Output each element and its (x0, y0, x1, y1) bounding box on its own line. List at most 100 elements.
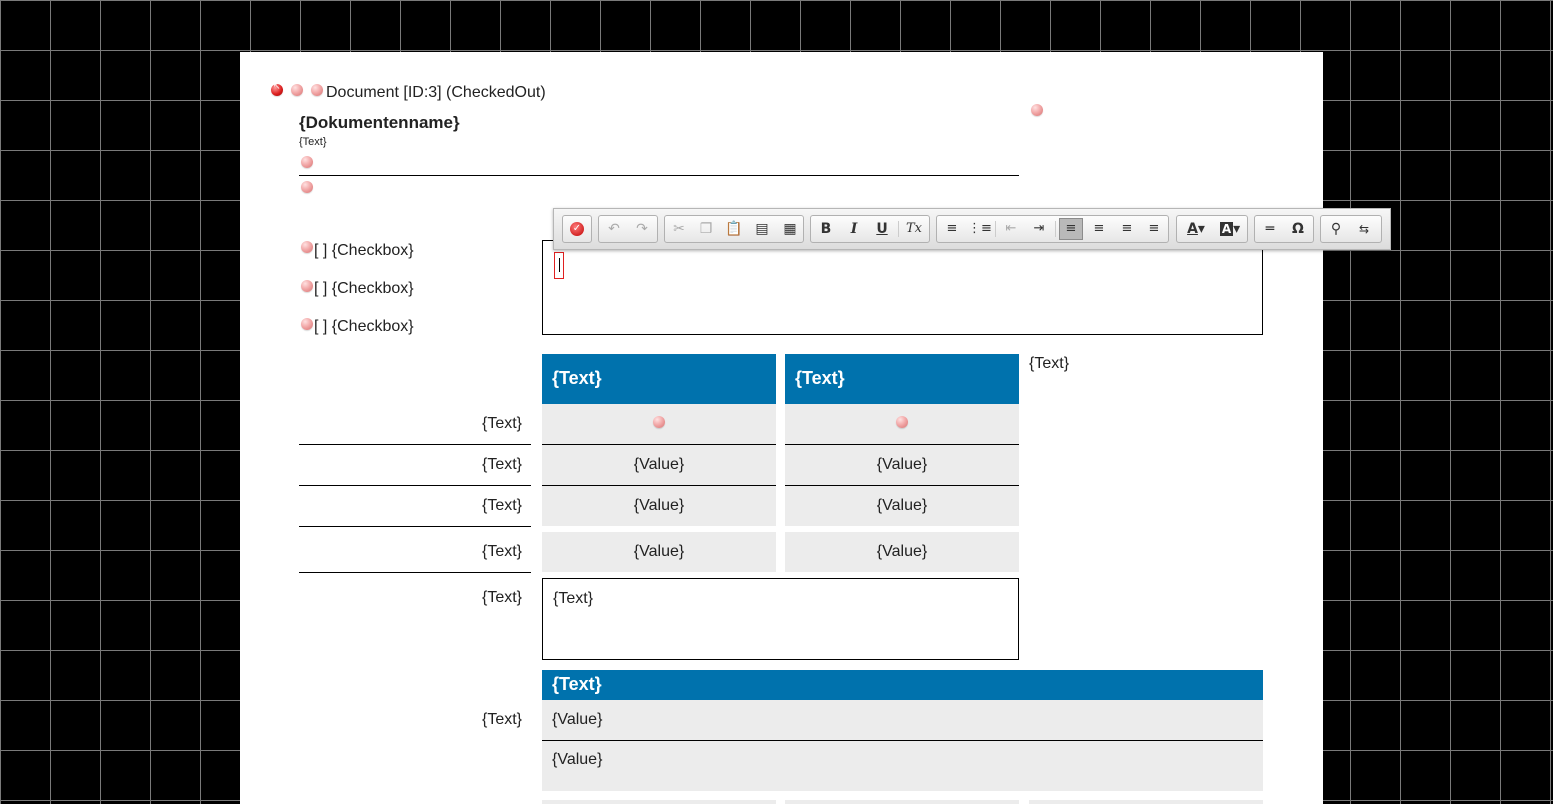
replace-icon[interactable]: ⇆ (1352, 219, 1376, 239)
table-header: {Text} (542, 670, 1263, 700)
divider (299, 175, 1019, 176)
cell-value: {Value} (552, 711, 603, 728)
row-label: {Text} (481, 497, 522, 514)
italic-icon[interactable]: I (842, 219, 866, 239)
text-color-glyph: A (1187, 221, 1198, 237)
table-cell[interactable] (1029, 800, 1263, 804)
toolbar-group: ⚲ ⇆ (1320, 215, 1382, 243)
special-char-icon[interactable]: Ω (1286, 219, 1310, 239)
paste-icon[interactable]: 📋 (722, 219, 746, 239)
toolbar-separator (898, 221, 899, 237)
column-header-label: {Text} (552, 368, 602, 388)
rich-text-editor[interactable] (542, 240, 1263, 335)
checkbox-dot-icon[interactable] (301, 280, 313, 292)
cell-value: {Value} (633, 543, 685, 560)
document-name: {Dokumentenname} (299, 113, 460, 132)
table-cell[interactable]: {Value} (542, 700, 1263, 740)
bulleted-list-icon[interactable]: ⋮≡ (968, 219, 992, 239)
row-divider (299, 572, 531, 573)
align-left-icon[interactable]: ≡ (1059, 218, 1083, 240)
action-dot-icon[interactable] (1031, 104, 1043, 116)
small-text: {Text} (299, 136, 327, 148)
cell-value: {Value} (552, 751, 603, 768)
bold-icon[interactable]: B (814, 219, 838, 239)
text-area-content: {Text} (553, 590, 594, 607)
cell-value: {Value} (876, 456, 928, 473)
action-dot-icon[interactable] (291, 84, 303, 96)
bg-color-glyph: A (1219, 222, 1234, 236)
document-page: Document [ID:3] (CheckedOut) {Dokumenten… (240, 52, 1323, 804)
action-dot-icon[interactable] (301, 156, 313, 168)
action-dot-icon[interactable] (896, 416, 908, 428)
row-divider (299, 526, 531, 527)
editor-toolbar: ✓ ↶ ↷ ✂ ❐ 📋 ▤ ▦ B I U Tx ≡ ⋮≡ ⇤ ⇥ ≡ ≡ ≡ … (553, 208, 1391, 250)
table-cell[interactable] (542, 404, 776, 444)
text-area-field[interactable]: {Text} (542, 578, 1019, 660)
cell-value: {Value} (633, 497, 685, 514)
toolbar-group: ↶ ↷ (598, 215, 658, 243)
row-divider (299, 485, 531, 486)
close-icon[interactable] (271, 82, 283, 96)
paste-word-icon[interactable]: ▦ (778, 219, 802, 239)
checkbox-dot-icon[interactable] (301, 318, 313, 330)
table-cell[interactable] (542, 800, 776, 804)
table-cell[interactable]: {Value} (785, 486, 1019, 526)
table-cell[interactable] (785, 800, 1019, 804)
table-cell[interactable]: {Value} (542, 486, 776, 526)
paste-text-icon[interactable]: ▤ (750, 219, 774, 239)
background-color-icon[interactable]: A ▾ (1215, 219, 1245, 239)
cell-value: {Value} (633, 456, 685, 473)
table-cell[interactable]: {Value} (542, 532, 776, 572)
underline-icon[interactable]: U (870, 219, 894, 239)
toolbar-group: ✓ (562, 215, 592, 243)
row-label: {Text} (481, 711, 522, 728)
table-cell[interactable]: {Value} (785, 532, 1019, 572)
table-cell[interactable]: {Value} (542, 445, 776, 485)
column-header: {Text} (542, 354, 776, 404)
checkbox-item[interactable]: [ ] {Checkbox} (314, 280, 414, 298)
undo-icon[interactable]: ↶ (602, 219, 626, 239)
side-text: {Text} (1029, 355, 1070, 372)
table-cell[interactable]: {Value} (785, 445, 1019, 485)
copy-icon[interactable]: ❐ (694, 219, 718, 239)
toolbar-group: ≡ ⋮≡ ⇤ ⇥ ≡ ≡ ≡ ≡ (936, 215, 1169, 243)
text-color-icon[interactable]: A▾ (1181, 219, 1211, 239)
toolbar-group: B I U Tx (810, 215, 930, 243)
align-center-icon[interactable]: ≡ (1087, 219, 1111, 239)
redo-icon[interactable]: ↷ (630, 219, 654, 239)
row-label: {Text} (481, 543, 522, 560)
cell-value: {Value} (876, 543, 928, 560)
spellcheck-icon[interactable]: ✓ (570, 222, 584, 236)
column-header: {Text} (785, 354, 1019, 404)
row-label: {Text} (481, 589, 522, 606)
action-dot-icon[interactable] (311, 84, 323, 96)
cut-icon[interactable]: ✂ (667, 219, 691, 239)
decrease-indent-icon[interactable]: ⇤ (999, 219, 1023, 239)
row-divider (299, 444, 531, 445)
remove-format-icon[interactable]: Tx (902, 219, 926, 239)
find-icon[interactable]: ⚲ (1324, 219, 1348, 239)
checkbox-item[interactable]: [ ] {Checkbox} (314, 242, 414, 260)
toolbar-separator (1055, 221, 1056, 237)
row-label: {Text} (481, 456, 522, 473)
checkbox-dot-icon[interactable] (301, 241, 313, 253)
document-title: Document [ID:3] (CheckedOut) (326, 84, 546, 101)
toolbar-group: A▾ A ▾ (1176, 215, 1248, 243)
table-cell[interactable]: {Value} (542, 741, 1263, 791)
align-right-icon[interactable]: ≡ (1115, 219, 1139, 239)
row-label: {Text} (481, 415, 522, 432)
checkbox-item[interactable]: [ ] {Checkbox} (314, 318, 414, 336)
cell-value: {Value} (876, 497, 928, 514)
text-cursor[interactable] (554, 252, 564, 279)
toolbar-group: ✂ ❐ 📋 ▤ ▦ (664, 215, 804, 243)
toolbar-separator (995, 221, 996, 237)
increase-indent-icon[interactable]: ⇥ (1027, 219, 1051, 239)
justify-icon[interactable]: ≡ (1142, 219, 1166, 239)
table-header-label: {Text} (552, 674, 602, 694)
toolbar-group: ═ Ω (1254, 215, 1314, 243)
action-dot-icon[interactable] (301, 181, 313, 193)
action-dot-icon[interactable] (653, 416, 665, 428)
horizontal-line-icon[interactable]: ═ (1258, 219, 1282, 239)
table-cell[interactable] (785, 404, 1019, 444)
numbered-list-icon[interactable]: ≡ (940, 219, 964, 239)
